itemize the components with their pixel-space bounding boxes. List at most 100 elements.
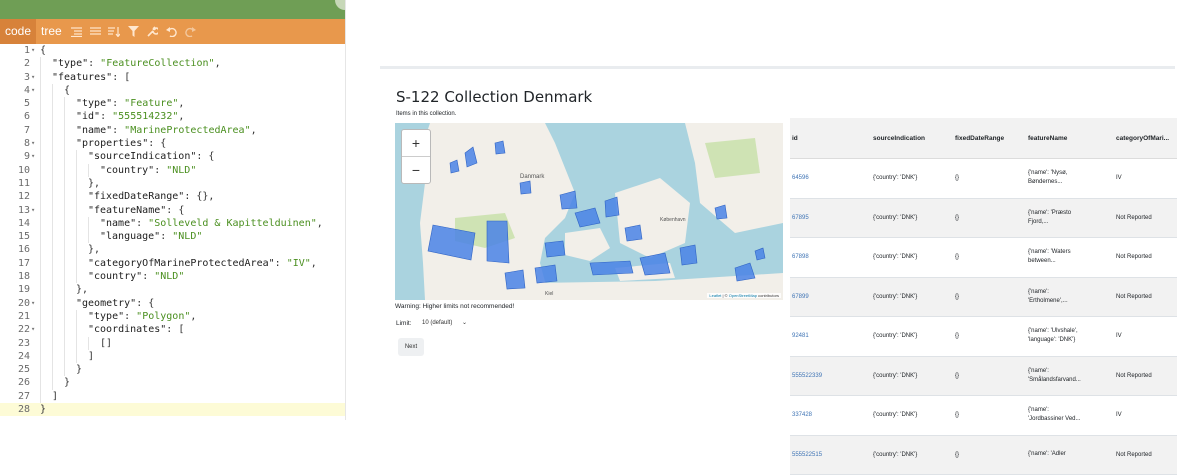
code-line[interactable]: 9▾"sourceIndication": { bbox=[0, 150, 345, 163]
protected-area bbox=[535, 265, 557, 283]
code-text: "language": "NLD" bbox=[100, 230, 202, 243]
code-line[interactable]: 21"type": "Polygon", bbox=[0, 310, 345, 323]
compact-icon[interactable] bbox=[86, 19, 105, 44]
indent-guide bbox=[52, 270, 53, 283]
json-key: "featureName" bbox=[88, 205, 166, 216]
mode-code-button[interactable]: code bbox=[0, 19, 36, 44]
code-line[interactable]: 1▾{ bbox=[0, 44, 345, 57]
map-canvas[interactable]: Danmark København Kiel bbox=[395, 123, 783, 300]
redo-icon[interactable] bbox=[181, 19, 200, 44]
indent-guide bbox=[64, 230, 65, 243]
header-feature-name[interactable]: featureName bbox=[1028, 118, 1094, 158]
json-key: "name" bbox=[76, 125, 112, 136]
item-id-link[interactable]: 67899 bbox=[792, 294, 809, 300]
json-punctuation: , bbox=[215, 58, 221, 69]
indent-guide bbox=[40, 124, 41, 137]
code-line[interactable]: 12"fixedDateRange": {}, bbox=[0, 190, 345, 203]
code-line[interactable]: 15"language": "NLD" bbox=[0, 230, 345, 243]
item-id-link[interactable]: 67898 bbox=[792, 254, 809, 260]
item-id-link[interactable]: 555522515 bbox=[792, 452, 822, 458]
indent-guide bbox=[40, 230, 41, 243]
code-text: "fixedDateRange": {}, bbox=[88, 190, 214, 203]
zoom-in-button[interactable]: + bbox=[402, 130, 430, 156]
code-line[interactable]: 3▾"features": [ bbox=[0, 71, 345, 84]
code-line[interactable]: 18"country": "NLD" bbox=[0, 270, 345, 283]
indent-guide bbox=[64, 124, 65, 137]
cell-fixed-date-range: {} bbox=[955, 238, 1021, 277]
line-number: 4 bbox=[0, 84, 30, 97]
zoom-out-button[interactable]: − bbox=[402, 156, 430, 183]
item-id-link[interactable]: 64596 bbox=[792, 175, 809, 181]
code-text: "sourceIndication": { bbox=[88, 150, 214, 163]
indent-guide bbox=[64, 257, 65, 270]
code-line[interactable]: 24] bbox=[0, 350, 345, 363]
fold-toggle-icon[interactable]: ▾ bbox=[31, 323, 39, 336]
code-text: } bbox=[76, 363, 82, 376]
table-row: 92481{'country': 'DNK'}{}{'name': 'Ulvsh… bbox=[790, 317, 1177, 357]
indent-guide bbox=[40, 283, 41, 296]
code-line[interactable]: 26} bbox=[0, 376, 345, 389]
code-line[interactable]: 8▾"properties": { bbox=[0, 137, 345, 150]
undo-icon[interactable] bbox=[162, 19, 181, 44]
header-source-indication[interactable]: sourceIndication bbox=[873, 118, 951, 158]
fold-toggle-icon[interactable]: ▾ bbox=[31, 150, 39, 163]
code-line[interactable]: 22▾"coordinates": [ bbox=[0, 323, 345, 336]
item-id-link[interactable]: 92481 bbox=[792, 333, 809, 339]
indent-guide bbox=[64, 310, 65, 323]
code-line[interactable]: 7"name": "MarineProtectedArea", bbox=[0, 124, 345, 137]
code-line[interactable]: 6"id": "555514232", bbox=[0, 110, 345, 123]
item-id-link[interactable]: 555522339 bbox=[792, 373, 822, 379]
fold-toggle-icon[interactable]: ▾ bbox=[31, 44, 39, 57]
code-line[interactable]: 19}, bbox=[0, 283, 345, 296]
fold-toggle-icon[interactable]: ▾ bbox=[31, 84, 39, 97]
json-key: "name" bbox=[100, 218, 136, 229]
format-icon[interactable] bbox=[67, 19, 86, 44]
code-line[interactable]: 25} bbox=[0, 363, 345, 376]
fold-toggle-icon[interactable]: ▾ bbox=[31, 137, 39, 150]
indent-guide bbox=[52, 217, 53, 230]
code-line[interactable]: 5"type": "Feature", bbox=[0, 97, 345, 110]
cell-fixed-date-range: {} bbox=[955, 199, 1021, 238]
code-line[interactable]: 2"type": "FeatureCollection", bbox=[0, 57, 345, 70]
header-fixed-date-range[interactable]: fixedDateRange bbox=[955, 118, 1021, 158]
code-line[interactable]: 14"name": "Solleveld & Kapittelduinen", bbox=[0, 217, 345, 230]
code-line[interactable]: 11}, bbox=[0, 177, 345, 190]
map-view[interactable]: Danmark København Kiel + − Leaflet | © O… bbox=[395, 123, 783, 300]
fold-toggle-icon[interactable]: ▾ bbox=[31, 204, 39, 217]
json-punctuation: : bbox=[124, 311, 136, 322]
mode-tree-button[interactable]: tree bbox=[36, 19, 67, 44]
fold-toggle-icon[interactable]: ▾ bbox=[31, 71, 39, 84]
cell-feature-name: {'name':'Ertholmene',... bbox=[1028, 278, 1094, 317]
header-id[interactable]: id bbox=[792, 118, 862, 158]
line-number: 28 bbox=[0, 403, 30, 416]
item-id-link[interactable]: 337428 bbox=[792, 412, 812, 418]
header-category[interactable]: categoryOfMari... bbox=[1116, 118, 1177, 158]
indent-guide bbox=[52, 257, 53, 270]
osm-link[interactable]: OpenStreetMap bbox=[729, 293, 757, 298]
leaflet-link[interactable]: Leaflet bbox=[709, 293, 721, 298]
sort-icon[interactable] bbox=[105, 19, 124, 44]
item-id-link[interactable]: 67895 bbox=[792, 215, 809, 221]
code-line[interactable]: 28} bbox=[0, 403, 345, 416]
code-line[interactable]: 4▾{ bbox=[0, 84, 345, 97]
code-line[interactable]: 16}, bbox=[0, 243, 345, 256]
limit-select[interactable]: 10 (default) ⌄ bbox=[418, 315, 471, 330]
indent-guide bbox=[40, 110, 41, 123]
repair-icon[interactable] bbox=[143, 19, 162, 44]
next-button[interactable]: Next bbox=[398, 338, 424, 356]
code-line[interactable]: 10"country": "NLD" bbox=[0, 164, 345, 177]
fold-toggle-icon[interactable]: ▾ bbox=[31, 297, 39, 310]
json-punctuation: : bbox=[142, 271, 154, 282]
code-line[interactable]: 23[] bbox=[0, 337, 345, 350]
indent-guide bbox=[76, 337, 77, 350]
code-line[interactable]: 20▾"geometry": { bbox=[0, 297, 345, 310]
protected-area bbox=[680, 245, 697, 265]
code-line[interactable]: 27] bbox=[0, 390, 345, 403]
code-area[interactable]: 1▾{2"type": "FeatureCollection",3▾"featu… bbox=[0, 44, 345, 420]
filter-icon[interactable] bbox=[124, 19, 143, 44]
code-text: "id": "555514232", bbox=[76, 110, 184, 123]
cell-source-indication: {'country': 'DNK'} bbox=[873, 159, 951, 198]
code-line[interactable]: 13▾"featureName": { bbox=[0, 204, 345, 217]
indent-guide bbox=[40, 363, 41, 376]
code-line[interactable]: 17"categoryOfMarineProtectedArea": "IV", bbox=[0, 257, 345, 270]
